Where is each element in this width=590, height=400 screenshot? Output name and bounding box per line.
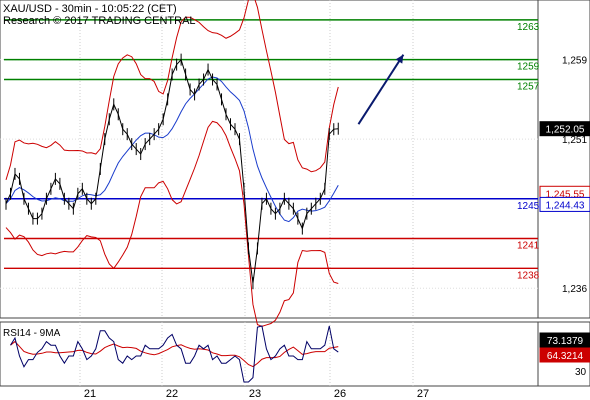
- level-label: 1257: [517, 82, 540, 93]
- xauusd-chart: 21 22 23 26 27 1,236 1,251 1,259 30 1263 1259 1257…: [0, 0, 590, 400]
- level-label: 1259: [517, 62, 540, 73]
- x-tick-label: 22: [166, 388, 178, 400]
- level-label: 1263: [517, 22, 540, 33]
- price-badge-label: 1,244.43: [546, 200, 585, 211]
- y-tick-label: 1,259: [562, 56, 587, 67]
- rsi-label: RSI14 - 9MA: [3, 328, 61, 339]
- level-label: 1238: [517, 270, 540, 281]
- y-tick-label: 1,236: [562, 284, 587, 295]
- price-axis: [537, 0, 590, 319]
- level-label: 1245: [517, 201, 540, 212]
- chart-title: XAU/USD - 30min - 10:05:22 (CET): [3, 3, 177, 15]
- price-badge-label: 1,252.05: [546, 125, 585, 136]
- rsi-tick-label: 30: [575, 367, 587, 378]
- price-panel: [0, 0, 539, 319]
- y-tick-label: 1,251: [562, 135, 587, 146]
- level-label: 1241: [517, 241, 540, 252]
- x-tick-label: 27: [417, 388, 429, 400]
- x-tick-label: 26: [334, 388, 346, 400]
- x-tick-label: 23: [249, 388, 261, 400]
- chart-subtitle: Research © 2017 TRADING CENTRAL: [3, 15, 196, 27]
- rsi-badge-label: 64.3214: [547, 351, 584, 362]
- x-tick-label: 21: [84, 388, 96, 400]
- rsi-badge-label: 73.1379: [547, 336, 584, 347]
